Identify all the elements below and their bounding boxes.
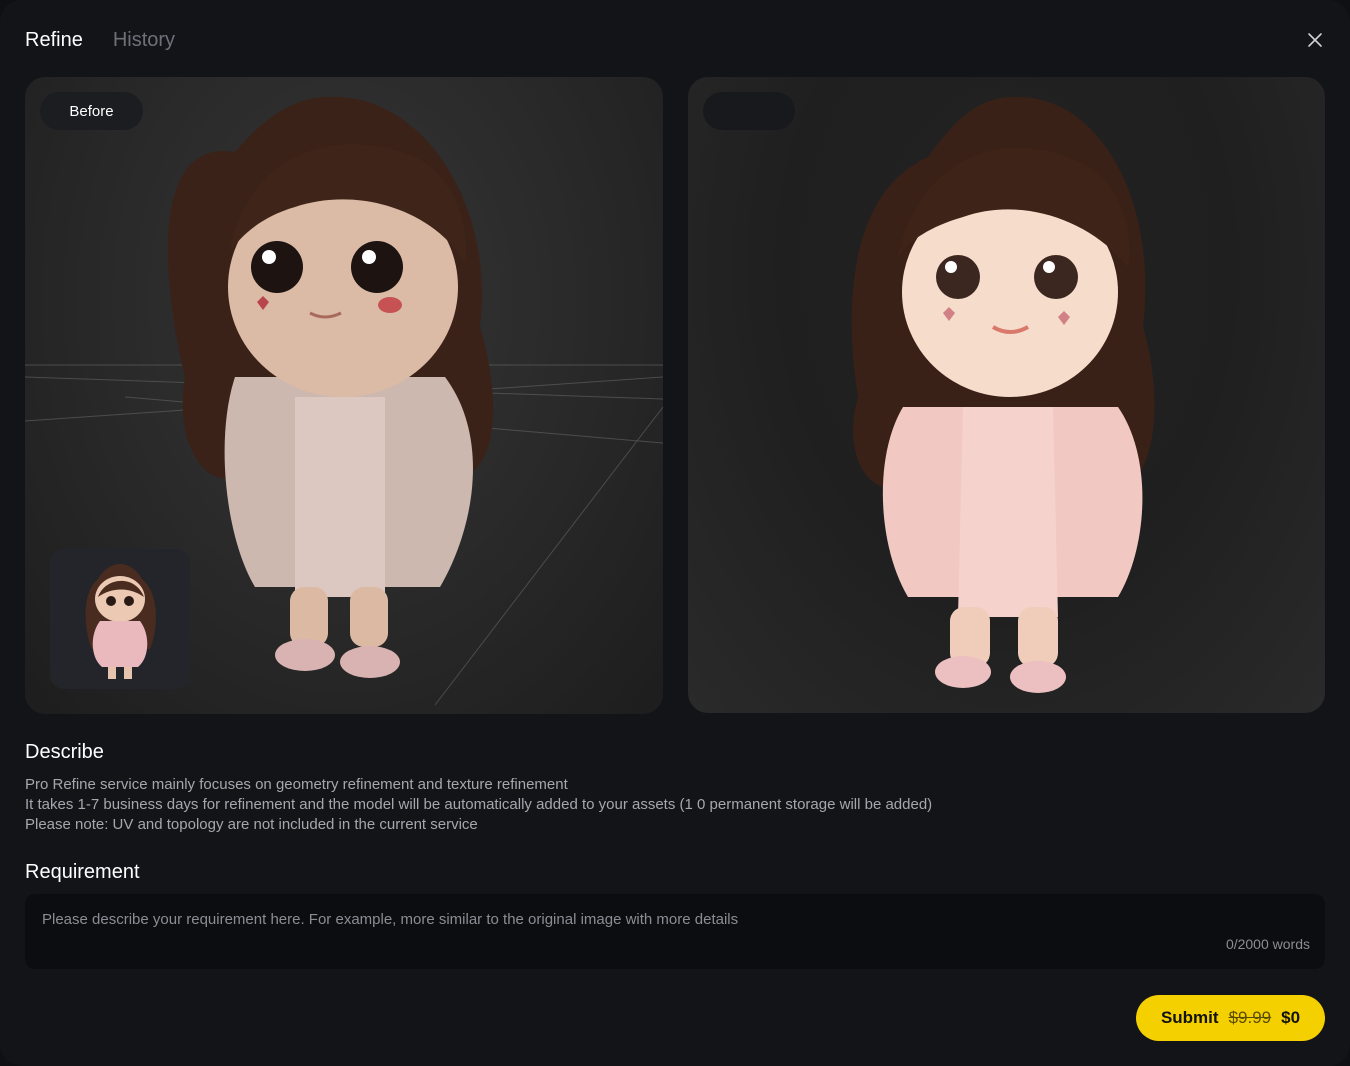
original-price: $9.99: [1228, 1008, 1272, 1027]
after-preview-panel[interactable]: [688, 77, 1325, 713]
doll-model-before: [167, 96, 494, 678]
requirement-field[interactable]: 0/2000 words: [25, 894, 1325, 969]
doll-model-after: [851, 96, 1155, 693]
before-label-badge: Before: [40, 92, 143, 130]
refine-dialog: Refine History Before Describe Pro Refin…: [0, 0, 1350, 1066]
describe-title: Describe: [25, 741, 104, 763]
describe-text: Pro Refine service mainly focuses on geo…: [25, 775, 932, 835]
close-button[interactable]: [1300, 25, 1330, 55]
describe-line-1: Pro Refine service mainly focuses on geo…: [25, 776, 568, 793]
close-icon: [1308, 33, 1322, 47]
tab-bar: Refine History: [25, 27, 175, 53]
requirement-title: Requirement: [25, 861, 140, 883]
submit-label: Submit: [1160, 1008, 1219, 1027]
current-price: $0: [1281, 1008, 1301, 1027]
after-model-viewport[interactable]: [688, 77, 1325, 713]
submit-button[interactable]: Submit $9.99 $0: [1136, 995, 1325, 1041]
describe-line-3: Please note: UV and topology are not inc…: [25, 816, 478, 833]
tab-refine[interactable]: Refine: [25, 27, 83, 53]
word-counter: 0/2000 words: [1225, 936, 1310, 952]
reference-image-icon: [85, 564, 156, 679]
describe-line-2: It takes 1-7 business days for refinemen…: [25, 796, 933, 813]
reference-thumbnail[interactable]: [50, 549, 190, 689]
after-label-badge: [703, 92, 795, 130]
before-preview-panel[interactable]: Before: [25, 77, 663, 714]
tab-history[interactable]: History: [113, 27, 175, 53]
requirement-input[interactable]: [40, 909, 1244, 941]
